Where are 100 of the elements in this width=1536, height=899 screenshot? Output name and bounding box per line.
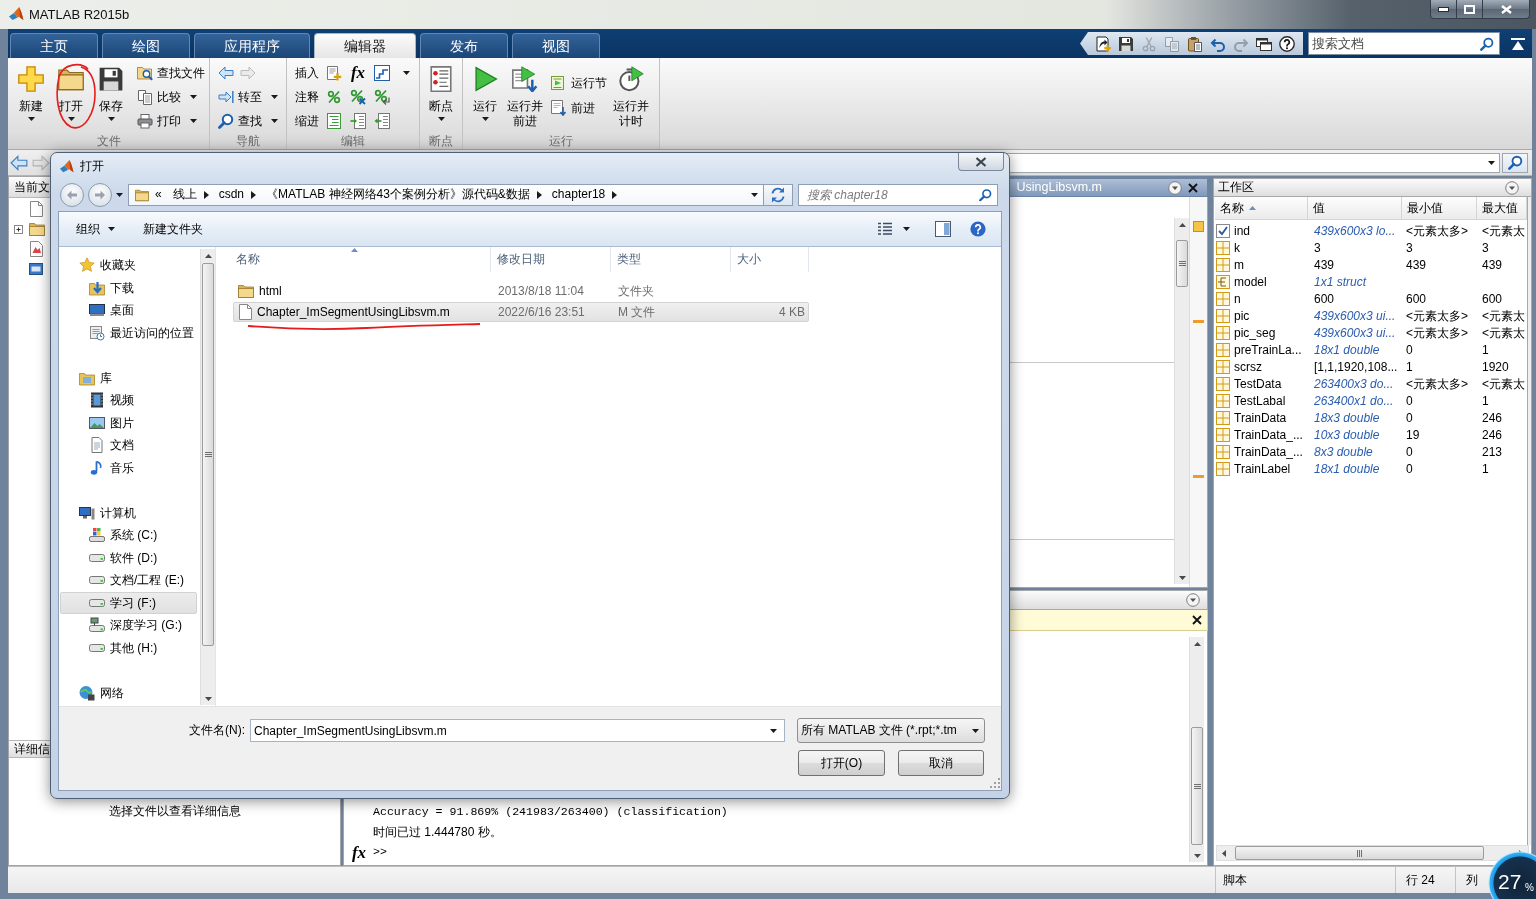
percent-icon[interactable] bbox=[326, 89, 342, 105]
caret-icon[interactable] bbox=[1488, 160, 1495, 165]
toolbar-button[interactable]: 组织 bbox=[66, 217, 125, 241]
close-button[interactable] bbox=[958, 153, 1004, 171]
ribbon-tab[interactable]: 发布 bbox=[420, 33, 508, 58]
chevron-icon[interactable] bbox=[251, 190, 257, 199]
column-header[interactable]: 名称 bbox=[218, 247, 491, 272]
search-field[interactable]: 搜索文档 bbox=[1308, 32, 1500, 55]
scroll-down-icon[interactable] bbox=[204, 696, 212, 701]
ribbon-tab[interactable]: 绘图 bbox=[102, 33, 190, 58]
ribbon-button[interactable]: 前进 bbox=[545, 95, 611, 121]
chevron-icon[interactable] bbox=[203, 190, 209, 199]
ribbon-button[interactable]: 运行节 bbox=[545, 70, 611, 96]
column-header[interactable]: 最大值 bbox=[1477, 197, 1527, 219]
back-arrow-icon[interactable] bbox=[10, 153, 28, 172]
scroll-up-icon[interactable] bbox=[204, 253, 212, 258]
nav-item[interactable]: 音乐 bbox=[60, 456, 197, 479]
back-arrow-icon[interactable] bbox=[218, 65, 234, 81]
scrollbar[interactable] bbox=[1174, 218, 1189, 584]
preview-pane-icon[interactable] bbox=[935, 221, 951, 237]
nav-item[interactable]: 系统 (C:) bbox=[60, 524, 197, 547]
nav-item[interactable]: 收藏夹 bbox=[60, 254, 197, 277]
step-function-icon[interactable] bbox=[374, 65, 390, 81]
maximize-button[interactable] bbox=[1457, 0, 1483, 19]
minimize-button[interactable] bbox=[1430, 0, 1457, 19]
nav-item[interactable]: 软件 (D:) bbox=[60, 546, 197, 569]
nav-item[interactable]: 其他 (H:) bbox=[60, 636, 197, 659]
nav-item[interactable]: 桌面 bbox=[60, 299, 197, 322]
column-header[interactable]: 修改日期 bbox=[491, 247, 611, 272]
caret-icon[interactable] bbox=[402, 71, 410, 75]
insert-function-button[interactable]: fx bbox=[350, 65, 366, 81]
nav-item[interactable]: 文档/工程 (E:) bbox=[60, 569, 197, 592]
file-name-field[interactable]: Chapter_ImSegmentUsingLibsvm.m bbox=[250, 719, 785, 742]
image-file-icon[interactable] bbox=[29, 261, 43, 277]
caret-icon[interactable] bbox=[116, 192, 123, 197]
breadcrumb-overflow-button[interactable]: « bbox=[149, 187, 166, 202]
scrollbar-thumb[interactable] bbox=[202, 263, 214, 646]
close-icon[interactable] bbox=[1192, 615, 1202, 625]
scrollbar-thumb[interactable] bbox=[1176, 240, 1188, 287]
nav-item[interactable]: 深度学习 (G:) bbox=[60, 614, 197, 637]
function-browser-button[interactable]: fx bbox=[350, 844, 368, 860]
shortcut-icon[interactable] bbox=[1095, 35, 1111, 52]
scrollbar[interactable] bbox=[1216, 845, 1529, 861]
ribbon-button[interactable]: 运行并前进 bbox=[505, 61, 545, 129]
ribbon-tab[interactable]: 视图 bbox=[512, 33, 600, 58]
wrap-comment-icon[interactable] bbox=[374, 89, 390, 105]
file-row[interactable]: html 2013/8/18 11:04 文件夹 bbox=[233, 281, 809, 301]
caret-icon[interactable] bbox=[770, 728, 777, 733]
scrollbar[interactable] bbox=[1189, 637, 1204, 862]
scroll-down-icon[interactable] bbox=[1178, 575, 1186, 580]
dialog-button[interactable]: 打开(O) bbox=[798, 750, 885, 776]
ribbon-button[interactable]: 断点 bbox=[421, 61, 461, 121]
panel-menu-icon[interactable] bbox=[1168, 180, 1182, 195]
outdent-icon[interactable] bbox=[374, 113, 390, 129]
column-header[interactable]: 类型 bbox=[611, 247, 731, 272]
nav-item[interactable]: 视频 bbox=[60, 389, 197, 412]
chevron-icon[interactable] bbox=[612, 190, 618, 199]
nav-item[interactable]: 学习 (F:) bbox=[60, 591, 197, 614]
uncomment-icon[interactable] bbox=[350, 89, 366, 105]
ribbon-button[interactable]: 打开 bbox=[51, 61, 91, 121]
ribbon-button[interactable]: 转至 bbox=[212, 85, 282, 109]
scroll-left-icon[interactable] bbox=[1222, 849, 1226, 857]
breadcrumb-item[interactable]: 《MATLAB 神经网络43个案例分析》源代码&数据 bbox=[259, 187, 537, 202]
scrollbar-thumb[interactable] bbox=[1235, 846, 1484, 860]
panel-menu-icon[interactable] bbox=[1505, 180, 1519, 195]
refresh-button[interactable] bbox=[764, 183, 793, 206]
file-row[interactable]: Chapter_ImSegmentUsingLibsvm.m 2022/6/16 23:51 M 文件 4 KB bbox=[233, 302, 809, 322]
clipboard-icon[interactable] bbox=[1187, 35, 1203, 52]
ribbon-button[interactable]: 查找文件 bbox=[131, 61, 209, 85]
expand-icon[interactable] bbox=[13, 224, 23, 234]
figure-file-icon[interactable] bbox=[29, 241, 43, 257]
details-view-icon[interactable] bbox=[877, 221, 893, 237]
nav-item[interactable]: 下载 bbox=[60, 276, 197, 299]
dialog-button[interactable]: 取消 bbox=[898, 750, 984, 776]
column-header[interactable]: 最小值 bbox=[1402, 197, 1477, 219]
search-field[interactable]: 搜索 chapter18 bbox=[798, 183, 998, 206]
scroll-up-icon[interactable] bbox=[1178, 222, 1186, 227]
breadcrumb-item[interactable]: 线上 bbox=[165, 187, 204, 202]
folder-icon[interactable] bbox=[29, 221, 45, 237]
scrollbar[interactable] bbox=[200, 249, 215, 705]
close-button[interactable] bbox=[1483, 0, 1530, 19]
ribbon-tab[interactable]: 主页 bbox=[10, 33, 98, 58]
nav-item[interactable]: 网络 bbox=[60, 681, 197, 704]
close-icon[interactable] bbox=[1188, 182, 1198, 193]
nav-item[interactable]: 最近访问的位置 bbox=[60, 321, 197, 344]
nav-item[interactable]: 库 bbox=[60, 366, 197, 389]
indent-icon[interactable] bbox=[350, 113, 366, 129]
panel-menu-icon[interactable] bbox=[1186, 593, 1200, 607]
column-header[interactable]: 大小 bbox=[731, 247, 809, 272]
file-icon[interactable] bbox=[29, 201, 43, 217]
ribbon-tab[interactable]: 应用程序 bbox=[194, 33, 310, 58]
scrollbar-thumb[interactable] bbox=[1191, 727, 1203, 845]
nav-item[interactable]: 图片 bbox=[60, 411, 197, 434]
ribbon-button[interactable]: 查找 bbox=[212, 109, 282, 133]
ribbon-button[interactable]: 运行并计时 bbox=[611, 61, 651, 129]
address-bar[interactable]: « 线上 csdn 《MATLAB 神经网络43个案例分析》源代码&数据 chapter18 bbox=[128, 183, 764, 206]
ribbon-button[interactable]: 打印 bbox=[131, 109, 209, 133]
column-header[interactable]: 值 bbox=[1308, 197, 1402, 219]
breadcrumb-item[interactable]: chapter18 bbox=[544, 187, 613, 202]
scroll-up-icon[interactable] bbox=[1193, 641, 1201, 646]
